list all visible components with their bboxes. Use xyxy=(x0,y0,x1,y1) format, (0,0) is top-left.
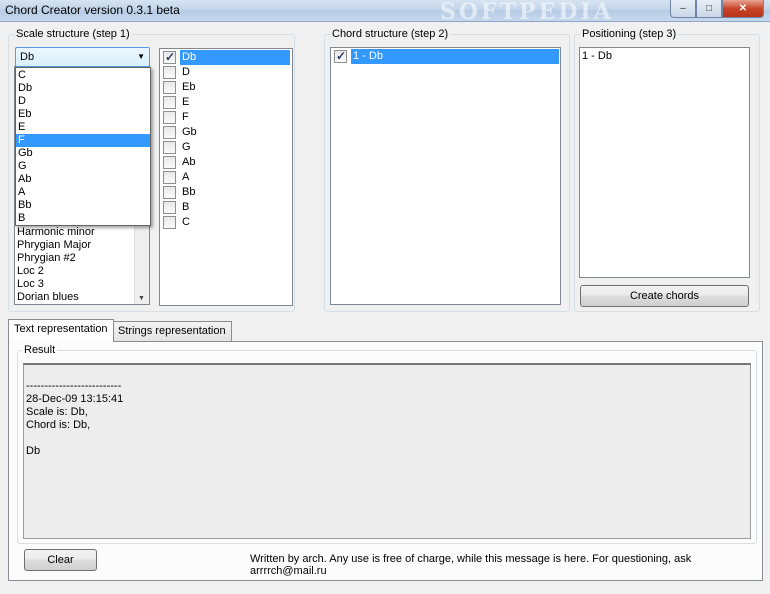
checkbox[interactable] xyxy=(163,171,176,184)
result-output[interactable]: -------------------------- 28-Dec-09 13:1… xyxy=(23,363,751,539)
note-item[interactable]: E xyxy=(161,95,290,110)
dropdown-option[interactable]: D xyxy=(16,95,150,108)
checkbox[interactable] xyxy=(334,49,347,64)
dropdown-option[interactable]: E xyxy=(16,121,150,134)
note-item-label: Db xyxy=(180,50,290,65)
tab-strings-representation[interactable]: Strings representation xyxy=(112,321,232,341)
result-line: -------------------------- xyxy=(26,380,122,392)
chord-item[interactable]: 1 - Db xyxy=(332,49,559,64)
result-line: Db xyxy=(26,445,41,457)
scale-structure-label: Scale structure (step 1) xyxy=(14,28,132,40)
scale-list-item[interactable]: Dorian blues xyxy=(15,291,134,304)
scale-list-item[interactable]: Harmonic minor xyxy=(15,226,134,239)
minimize-icon: – xyxy=(680,3,686,14)
clear-label: Clear xyxy=(47,554,74,566)
title-bar[interactable]: Chord Creator version 0.3.1 beta SOFTPED… xyxy=(0,0,770,25)
tab-text-representation[interactable]: Text representation xyxy=(8,319,114,342)
dropdown-option[interactable]: Db xyxy=(16,82,150,95)
checkbox[interactable] xyxy=(163,141,176,154)
result-label: Result xyxy=(22,344,58,356)
result-line xyxy=(26,432,750,445)
note-item[interactable]: Db xyxy=(161,50,290,65)
dropdown-option[interactable]: G xyxy=(16,160,150,173)
note-item-label: Eb xyxy=(182,81,196,93)
note-item[interactable]: D xyxy=(161,65,290,80)
clear-button[interactable]: Clear xyxy=(24,549,97,571)
root-note-select[interactable]: Db ▼ xyxy=(15,47,150,67)
tab-text-representation-label: Text representation xyxy=(14,323,108,335)
dropdown-option[interactable]: Ab xyxy=(16,173,150,186)
notes-checklist[interactable]: DbD Eb EF Gb G Ab A Bb BC xyxy=(159,48,293,306)
create-chords-button[interactable]: Create chords xyxy=(580,285,749,307)
checkbox[interactable] xyxy=(163,81,176,94)
checkbox[interactable] xyxy=(163,96,176,109)
maximize-icon: □ xyxy=(705,3,713,14)
note-item[interactable]: Ab xyxy=(161,155,290,170)
scale-list-item[interactable]: Loc 2 xyxy=(15,265,134,278)
checkbox[interactable] xyxy=(163,216,176,229)
window-title: Chord Creator version 0.3.1 beta xyxy=(5,3,180,17)
note-item[interactable]: F xyxy=(161,110,290,125)
close-button[interactable]: ✕ xyxy=(722,0,764,18)
dropdown-option[interactable]: Eb xyxy=(16,108,150,121)
result-line: Scale is: Db, xyxy=(26,406,88,418)
checkbox[interactable] xyxy=(163,156,176,169)
note-item-label: Bb xyxy=(182,186,196,198)
scale-list-item[interactable]: Phrygian #2 xyxy=(15,252,134,265)
watermark: SOFTPEDIA xyxy=(440,0,614,25)
footer-message: Written by arch. Any use is free of char… xyxy=(250,553,692,577)
scale-list-item[interactable]: Phrygian Major xyxy=(15,239,134,252)
chord-checklist[interactable]: 1 - Db xyxy=(330,47,561,305)
dropdown-option[interactable]: B xyxy=(16,212,150,225)
note-item-label: F xyxy=(182,111,189,123)
note-item[interactable]: Eb xyxy=(161,80,290,95)
checkbox[interactable] xyxy=(163,201,176,214)
note-item-label: Gb xyxy=(182,126,197,138)
dropdown-option[interactable]: Gb xyxy=(16,147,150,160)
note-item-label: A xyxy=(182,171,190,183)
chevron-down-icon: ▼ xyxy=(137,52,145,61)
note-item[interactable]: G xyxy=(161,140,290,155)
dropdown-option[interactable]: F xyxy=(16,134,150,147)
note-item-label: D xyxy=(182,66,190,78)
dropdown-option[interactable]: A xyxy=(16,186,150,199)
checkbox[interactable] xyxy=(163,186,176,199)
checkbox[interactable] xyxy=(163,66,176,79)
note-item[interactable]: Gb xyxy=(161,125,290,140)
chord-item-label: 1 - Db xyxy=(351,49,559,64)
checkbox[interactable] xyxy=(163,50,176,65)
minimize-button[interactable]: – xyxy=(670,0,696,18)
dropdown-option[interactable]: C xyxy=(16,69,150,82)
root-note-dropdown[interactable]: C Db D Eb E F Gb G Ab A Bb B xyxy=(15,67,151,226)
maximize-button[interactable]: □ xyxy=(696,0,722,18)
scale-list-item[interactable]: Loc 3 xyxy=(15,278,134,291)
close-icon: ✕ xyxy=(738,3,748,14)
root-note-value: Db xyxy=(20,51,35,63)
chord-structure-label: Chord structure (step 2) xyxy=(330,28,451,40)
note-item[interactable]: Bb xyxy=(161,185,290,200)
positioning-label: Positioning (step 3) xyxy=(580,28,679,40)
note-item-label: C xyxy=(182,216,190,228)
positioning-list[interactable]: 1 - Db xyxy=(579,47,750,278)
tab-strings-representation-label: Strings representation xyxy=(118,325,226,337)
positioning-item[interactable]: 1 - Db xyxy=(580,50,749,63)
note-item[interactable]: B xyxy=(161,200,290,215)
dropdown-option[interactable]: Bb xyxy=(16,199,150,212)
result-line: Chord is: Db, xyxy=(26,419,91,431)
note-item-label: Ab xyxy=(182,156,196,168)
note-item-label: G xyxy=(182,141,191,153)
result-line: 28-Dec-09 13:15:41 xyxy=(26,393,124,405)
note-item-label: B xyxy=(182,201,190,213)
scroll-down-icon[interactable]: ▼ xyxy=(138,295,145,302)
result-line xyxy=(26,367,750,380)
create-chords-label: Create chords xyxy=(629,290,700,302)
note-item-label: E xyxy=(182,96,190,108)
note-item[interactable]: A xyxy=(161,170,290,185)
checkbox[interactable] xyxy=(163,126,176,139)
checkbox[interactable] xyxy=(163,111,176,124)
note-item[interactable]: C xyxy=(161,215,290,230)
